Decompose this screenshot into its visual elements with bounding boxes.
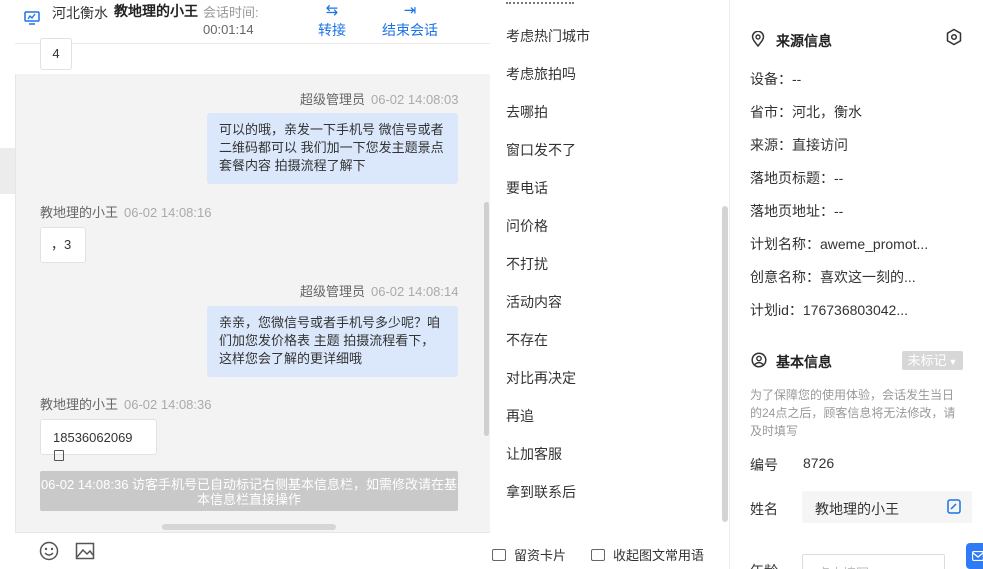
source-info-title: 来源信息 bbox=[776, 33, 832, 49]
id-value: 8726 bbox=[803, 455, 835, 471]
edit-notice: 为了保障您的使用体验，会话发生当日的24点之后，顾客信息将无法修改，请及时填写 bbox=[750, 388, 956, 438]
end-session-button[interactable]: ⇥ 结束会话 bbox=[380, 2, 440, 40]
basic-info-title: 基本信息 bbox=[776, 354, 832, 370]
settings-icon[interactable] bbox=[945, 28, 963, 46]
collapse-phrases-label: 收起图文常用语 bbox=[613, 548, 705, 563]
message-time: 06-02 14:08:16 bbox=[124, 205, 212, 220]
contact-card-label: 留资卡片 bbox=[514, 548, 567, 563]
message-meta: 教地理的小王 06-02 14:08:16 bbox=[40, 202, 211, 221]
message-time: 06-02 14:08:03 bbox=[371, 92, 459, 107]
message-meta: 超级管理员 06-02 14:08:14 bbox=[300, 281, 458, 300]
mail-icon bbox=[972, 551, 983, 561]
name-label: 姓名 bbox=[750, 501, 778, 517]
tag-dropdown-label: 未标记 bbox=[907, 353, 947, 368]
clipped-quick-reply bbox=[506, 0, 596, 6]
quick-reply-item[interactable]: 问价格 bbox=[506, 216, 548, 236]
transfer-icon: ⇆ bbox=[325, 2, 339, 19]
left-edge-tab[interactable] bbox=[0, 148, 15, 194]
message-meta: 教地理的小王 06-02 14:08:36 bbox=[40, 394, 211, 413]
quick-reply-item[interactable]: 不打扰 bbox=[506, 254, 548, 274]
card-icon bbox=[492, 549, 506, 561]
user-circle-icon bbox=[751, 352, 767, 368]
tag-dropdown[interactable]: 未标记 ▼ bbox=[902, 351, 963, 370]
name-field[interactable]: 教地理的小王 bbox=[802, 491, 972, 523]
sender-name: 超级管理员 bbox=[300, 92, 366, 107]
agent-message-bubble: 可以的哦，亲发一下手机号 微信号或者二维码都可以 我们加一下您发主题景点套餐内容… bbox=[207, 113, 458, 184]
device-row: 设备：-- bbox=[750, 71, 802, 87]
quick-reply-scrollbar[interactable] bbox=[722, 206, 728, 522]
landing-title-row: 落地页标题：-- bbox=[750, 170, 844, 186]
session-time: 00:01:14 bbox=[203, 22, 254, 37]
name-value: 教地理的小王 bbox=[815, 501, 899, 517]
source-row: 来源：直接访问 bbox=[750, 137, 848, 153]
quick-reply-item[interactable]: 拿到联系后 bbox=[506, 482, 576, 502]
monitor-icon bbox=[24, 11, 40, 25]
sender-name: 超级管理员 bbox=[300, 284, 366, 299]
phone-number-text: 18536062069 bbox=[53, 430, 133, 445]
visitor-location: 河北衡水 bbox=[52, 5, 108, 21]
visitor-name: 教地理的小王 bbox=[114, 3, 198, 19]
message-meta: 超级管理员 06-02 14:08:03 bbox=[300, 89, 458, 108]
quick-reply-item[interactable]: 活动内容 bbox=[506, 292, 562, 312]
plan-name-row: 计划名称：aweme_promot... bbox=[750, 236, 929, 252]
quick-reply-item[interactable]: 不存在 bbox=[506, 330, 548, 350]
visitor-message-bubble: ，3 bbox=[40, 227, 86, 263]
contact-card-button[interactable]: 留资卡片 bbox=[492, 545, 566, 564]
visitor-message-bubble: 4 bbox=[40, 38, 72, 70]
previous-message-area bbox=[15, 44, 490, 74]
sender-name: 教地理的小王 bbox=[40, 205, 119, 220]
caret-down-icon: ▼ bbox=[948, 357, 958, 367]
collapse-phrases-button[interactable]: 收起图文常用语 bbox=[591, 545, 704, 564]
session-time-label: 会话时间: bbox=[203, 5, 259, 20]
quick-reply-item[interactable]: 考虑旅拍吗 bbox=[506, 64, 576, 84]
location-pin-icon bbox=[751, 31, 765, 47]
phone-message-bubble: 18536062069 bbox=[40, 419, 157, 461]
quick-reply-item[interactable]: 去哪拍 bbox=[506, 102, 548, 122]
system-note: 06-02 14:08:36 访客手机号已自动标记右侧基本信息栏，如需修改请在基… bbox=[40, 471, 458, 511]
message-time: 06-02 14:08:36 bbox=[124, 397, 212, 412]
quick-reply-item[interactable]: 考虑热门城市 bbox=[506, 26, 590, 46]
quick-reply-item[interactable]: 再追 bbox=[506, 406, 534, 426]
landing-url-row: 落地页地址：-- bbox=[750, 203, 844, 219]
quick-reply-item[interactable]: 对比再决定 bbox=[506, 368, 576, 388]
quick-reply-item[interactable]: 让加客服 bbox=[506, 444, 562, 464]
age-input[interactable]: 点击填写 bbox=[802, 554, 945, 569]
message-time: 06-02 14:08:14 bbox=[371, 284, 459, 299]
age-label: 年龄 bbox=[750, 561, 778, 569]
smile-icon[interactable] bbox=[39, 541, 59, 561]
quick-reply-item[interactable]: 窗口发不了 bbox=[506, 140, 576, 160]
id-label: 编号 bbox=[750, 457, 778, 473]
image-icon[interactable] bbox=[75, 541, 95, 561]
province-city-row: 省市：河北，衡水 bbox=[750, 104, 862, 120]
creative-name-row: 创意名称：喜欢这一刻的... bbox=[750, 269, 916, 285]
transfer-label: 转接 bbox=[318, 22, 346, 38]
horizontal-scrollbar[interactable] bbox=[162, 524, 336, 530]
floating-message-button[interactable] bbox=[966, 543, 983, 569]
copy-icon[interactable] bbox=[54, 450, 64, 461]
left-edge-strip bbox=[0, 0, 15, 569]
quick-reply-item[interactable]: 要电话 bbox=[506, 178, 548, 198]
phrases-icon bbox=[591, 549, 605, 561]
end-session-label: 结束会话 bbox=[382, 22, 438, 38]
plan-id-row: 计划id：176736803042... bbox=[750, 302, 908, 318]
transfer-button[interactable]: ⇆ 转接 bbox=[312, 2, 352, 40]
agent-message-bubble: 亲亲，您微信号或者手机号多少呢？咱们加您发价格表 主题 拍摄流程看下，这样您会了… bbox=[207, 306, 458, 377]
chat-scrollbar[interactable] bbox=[484, 202, 489, 436]
sender-name: 教地理的小王 bbox=[40, 397, 119, 412]
edit-icon[interactable] bbox=[947, 499, 961, 514]
exit-icon: ⇥ bbox=[403, 2, 417, 19]
